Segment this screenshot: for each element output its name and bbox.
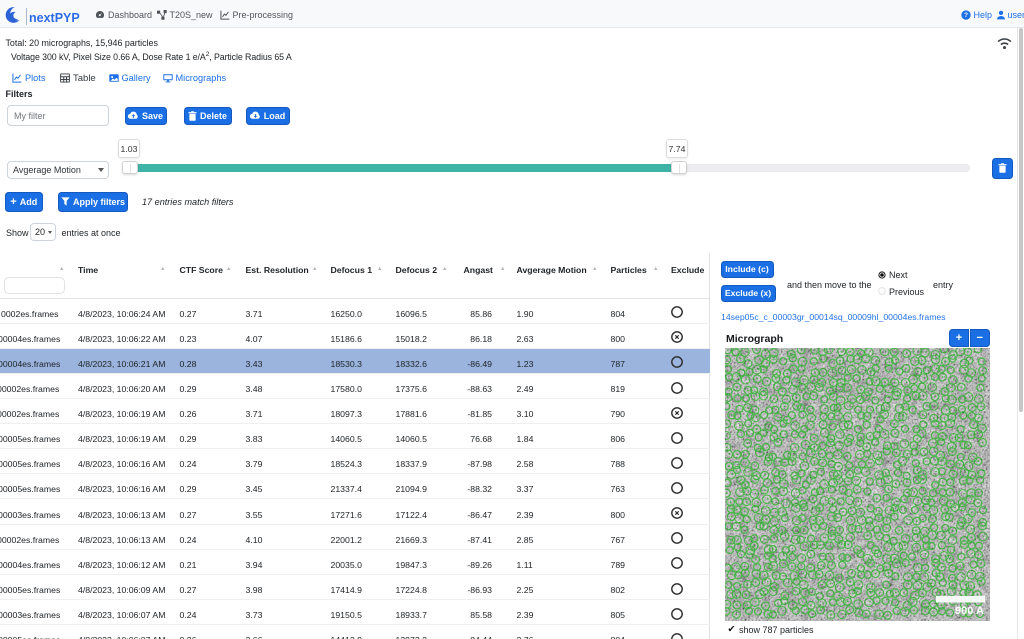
svg-text:?: ? (964, 12, 968, 19)
svg-text:900 A: 900 A (955, 605, 984, 617)
